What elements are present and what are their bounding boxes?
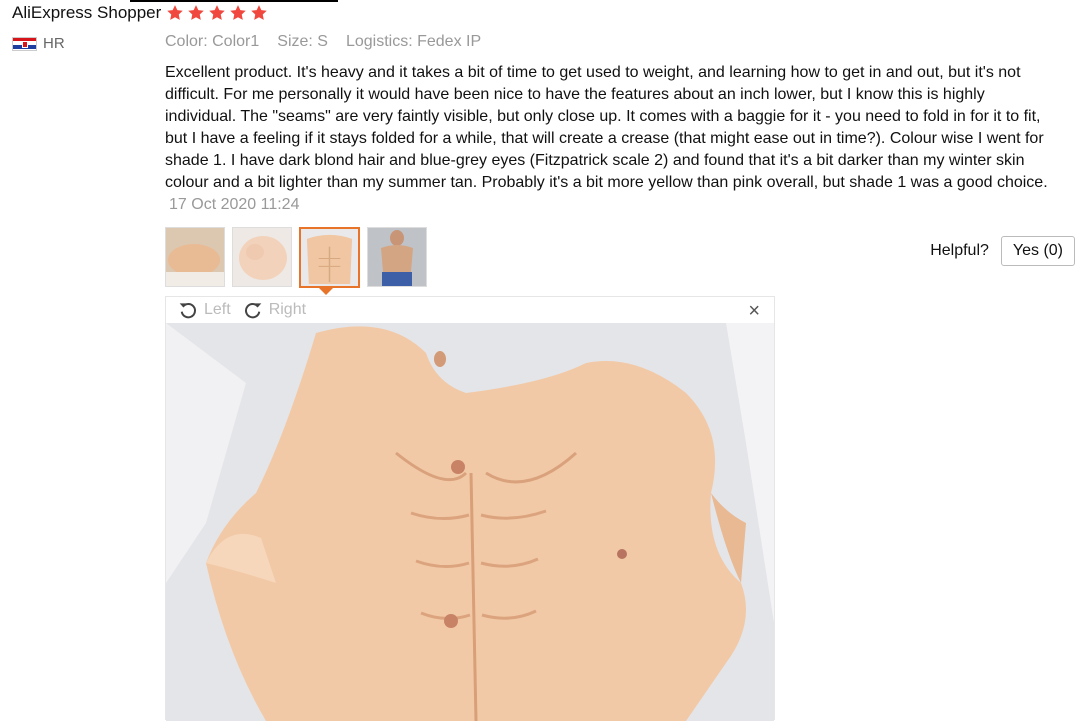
- helpful-section: Helpful? Yes (0): [930, 236, 1075, 266]
- review-photo-large: [166, 323, 774, 721]
- reviewer-name: AliExpress Shopper: [12, 3, 162, 22]
- rotate-right-icon: [244, 303, 262, 319]
- review-photo-thumbnail[interactable]: [367, 227, 427, 287]
- star-rating: [166, 4, 268, 22]
- croatia-flag-icon: [12, 36, 37, 51]
- review-photo-thumbnail-selected[interactable]: [299, 227, 360, 288]
- rotate-left-icon: [179, 303, 196, 319]
- rotate-left-label: Left: [204, 301, 231, 318]
- order-details: Color: Color1 Size: S Logistics: Fedex I…: [165, 33, 481, 51]
- rotate-right-button[interactable]: Right: [243, 300, 306, 320]
- review-photo-thumbnails: [165, 227, 427, 288]
- color-option: Color: Color1: [165, 33, 260, 50]
- star-icon: [209, 5, 225, 20]
- star-icon: [251, 5, 267, 20]
- logistics-option: Logistics: Fedex IP: [345, 33, 482, 50]
- star-icon: [167, 5, 183, 20]
- helpful-label: Helpful?: [930, 242, 989, 259]
- helpful-yes-button[interactable]: Yes (0): [1000, 236, 1075, 266]
- review-text: Excellent product. It's heavy and it tak…: [165, 64, 1048, 191]
- review-body: Excellent product. It's heavy and it tak…: [165, 62, 1055, 216]
- review-photo-thumbnail[interactable]: [165, 227, 225, 287]
- star-icon: [230, 5, 246, 20]
- country-code: HR: [43, 35, 65, 52]
- close-icon[interactable]: ×: [748, 300, 760, 323]
- photo-viewer: Left Right ×: [165, 296, 775, 721]
- size-option: Size: S: [277, 33, 328, 50]
- selected-thumbnail-pointer: [319, 288, 333, 295]
- top-divider: [130, 0, 338, 2]
- rotate-left-button[interactable]: Left: [178, 300, 231, 320]
- review-photo-thumbnail[interactable]: [232, 227, 292, 287]
- review-date: 17 Oct 2020 11:24: [169, 196, 300, 213]
- rotate-right-label: Right: [268, 301, 307, 318]
- star-icon: [188, 5, 204, 20]
- photo-viewer-toolbar: Left Right ×: [166, 297, 774, 323]
- reviewer-country: HR: [12, 35, 65, 52]
